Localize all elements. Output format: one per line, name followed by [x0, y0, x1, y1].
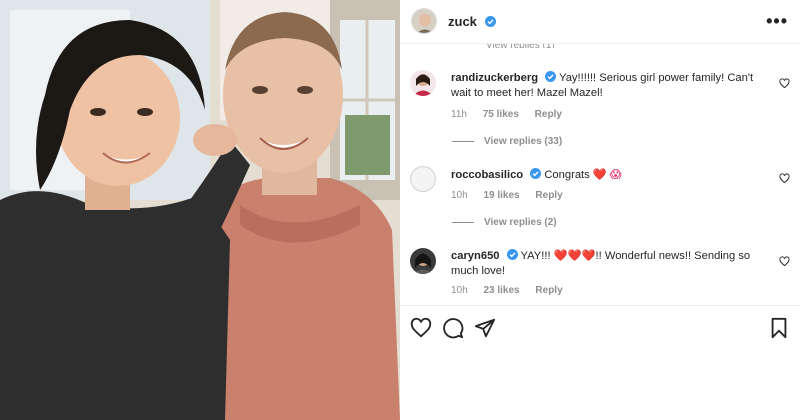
comment-time: 10h [451, 190, 468, 201]
view-replies-label: View replies (2) [484, 217, 557, 228]
comment-time: 11h [451, 109, 467, 120]
verified-badge-icon [545, 71, 557, 82]
comment-meta: 10h 23 likes Reply [451, 285, 576, 296]
comment-body: Congrats [544, 169, 590, 181]
bookmark-icon[interactable] [768, 317, 790, 339]
comment-meta: 10h 19 likes Reply [451, 190, 576, 201]
reply-button[interactable]: Reply [535, 285, 562, 296]
comment-meta: 11h 75 likes Reply [451, 109, 575, 120]
heart-icon[interactable] [410, 317, 432, 339]
reply-button[interactable]: Reply [535, 109, 562, 120]
comments-panel: zuck ••• View replies (1) randizuckerber… [400, 0, 800, 420]
comment-icon[interactable] [442, 317, 464, 339]
comment-time: 10h [451, 285, 468, 296]
comment-likes[interactable]: 23 likes [483, 285, 519, 296]
comment-emoji: ❤️ 😱 [592, 169, 622, 181]
comment-emoji: ❤️❤️❤️ [553, 250, 596, 262]
commenter-avatar[interactable] [410, 248, 436, 274]
comment-body-start: YAY!!! [520, 250, 551, 262]
author-username[interactable]: zuck [448, 14, 477, 29]
commenter-username[interactable]: roccobasilico [451, 169, 523, 181]
comment-like-icon[interactable] [779, 173, 790, 184]
reply-button[interactable]: Reply [535, 190, 562, 201]
more-options-button[interactable]: ••• [766, 12, 788, 30]
comment-text: roccobasilico Congrats ❤️ 😱 [451, 168, 756, 183]
replies-line [452, 222, 474, 223]
post-action-bar [400, 305, 800, 347]
comment-like-icon[interactable] [779, 256, 790, 267]
view-replies-button[interactable]: View replies (33) [452, 136, 562, 147]
commenter-avatar[interactable] [410, 70, 436, 96]
author-username-row[interactable]: zuck [448, 14, 496, 29]
post-header: zuck ••• [400, 0, 800, 44]
verified-badge-icon [506, 249, 518, 260]
verified-badge-icon [484, 16, 496, 27]
comment-likes[interactable]: 75 likes [483, 109, 519, 120]
comment-text: caryn650 YAY!!! ❤️❤️❤️!! Wonderful news!… [451, 249, 756, 279]
selfie-image [0, 0, 400, 420]
comment-like-icon[interactable] [779, 78, 790, 89]
commenter-username[interactable]: caryn650 [451, 250, 500, 262]
comment-text: randizuckerberg Yay!!!!!! Serious girl p… [451, 71, 756, 101]
comment-likes[interactable]: 19 likes [483, 190, 519, 201]
view-replies-button[interactable]: View replies (2) [452, 217, 557, 228]
verified-badge-icon [530, 168, 542, 179]
replies-line [452, 141, 474, 142]
author-avatar[interactable] [411, 8, 437, 34]
commenter-avatar[interactable] [410, 166, 436, 192]
commenter-username[interactable]: randizuckerberg [451, 72, 538, 84]
post-photo[interactable] [0, 0, 400, 420]
send-icon[interactable] [474, 317, 496, 339]
view-replies-label: View replies (33) [484, 136, 563, 147]
